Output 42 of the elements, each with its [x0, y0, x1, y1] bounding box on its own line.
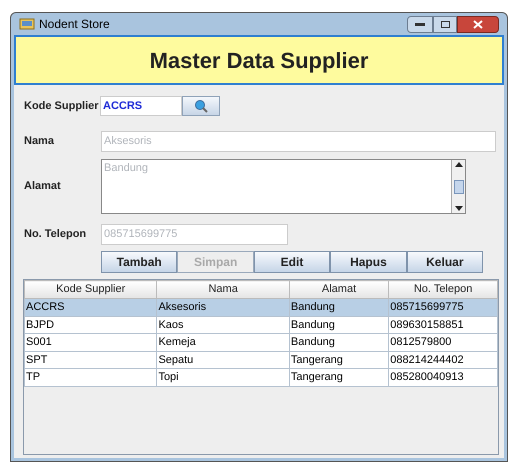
table-cell: Bandung	[289, 298, 389, 316]
text-value: Bandung	[103, 161, 150, 176]
search-button[interactable]	[182, 96, 220, 116]
close-icon	[473, 20, 483, 28]
window-title: Nodent Store	[39, 16, 110, 33]
field-label: Kode Supplier	[24, 98, 100, 114]
minimize-icon	[415, 22, 425, 26]
table-cell: 0812579800	[388, 334, 498, 351]
maximize-icon	[440, 20, 450, 28]
close-button[interactable]	[457, 16, 499, 32]
table-cell: ACCRS	[24, 298, 157, 316]
table-cell: Kemeja	[156, 334, 290, 351]
search-icon	[194, 99, 208, 113]
column-header[interactable]: Alamat	[289, 280, 389, 298]
table-cell: Bandung	[289, 334, 389, 351]
table-cell: Aksesoris	[156, 298, 290, 316]
minimize-button[interactable]	[407, 16, 433, 32]
field-label: Alamat	[24, 179, 62, 194]
input-field[interactable]: ACCRS	[100, 96, 182, 116]
maximize-button[interactable]	[433, 16, 457, 32]
table-cell: 085715699775	[388, 298, 498, 316]
header-title: Master Data Supplier	[150, 46, 368, 75]
field-label: No. Telepon	[24, 226, 88, 242]
action-button[interactable]: Edit	[254, 251, 330, 273]
app-icon	[19, 17, 35, 31]
table-row[interactable]: ACCRS Aksesoris Bandung 085715699775	[24, 298, 498, 316]
action-button[interactable]: Tambah	[101, 251, 178, 273]
column-header[interactable]: Nama	[156, 280, 290, 298]
table-cell: TP	[24, 368, 157, 386]
table-row[interactable]: BJPD Kaos Bandung 089630158851	[24, 316, 498, 334]
column-header[interactable]: No. Telepon	[388, 280, 498, 298]
field-label: Nama	[24, 134, 55, 149]
table-cell: Tangerang	[289, 368, 389, 386]
action-button[interactable]: Hapus	[330, 251, 407, 273]
table-row[interactable]: S001 Kemeja Bandung 0812579800	[24, 334, 498, 351]
action-button[interactable]: Keluar	[406, 251, 484, 273]
table-row[interactable]: TP Topi Tangerang 085280040913	[24, 368, 498, 386]
table-cell: Topi	[156, 368, 290, 386]
table-row[interactable]: SPT Sepatu Tangerang 088214244402	[24, 351, 498, 368]
table-cell: S001	[24, 334, 157, 351]
table-cell: 085280040913	[388, 368, 498, 386]
column-header[interactable]: Kode Supplier	[24, 280, 157, 298]
